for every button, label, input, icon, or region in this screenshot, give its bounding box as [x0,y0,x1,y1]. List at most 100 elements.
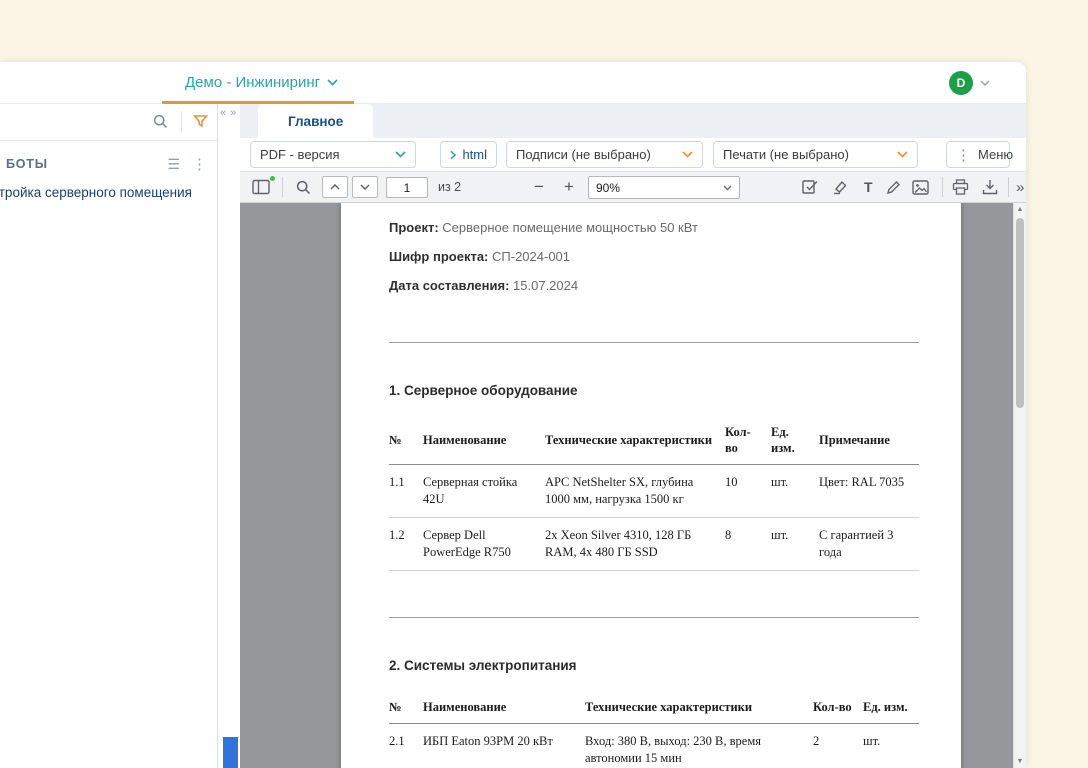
scroll-down-arrow[interactable]: ▼ [1014,755,1026,768]
text-tool[interactable]: T [864,172,873,202]
meta-line: Шифр проекта: СП-2024-001 [389,248,919,266]
menu-button-label: Меню [978,147,1013,162]
column-header: Примечание [819,416,919,465]
tab-bar: Главное [240,104,1026,138]
kebab-icon[interactable]: ⋮ [192,155,207,173]
avatar[interactable]: D [949,71,973,95]
table-row: 1.2Сервер Dell PowerEdge R7502x Xeon Sil… [389,517,919,570]
sidebar: БОТЫ ☰ ⋮ стройка серверного помещения [0,104,218,768]
signatures-select[interactable]: Подписи (не выбрано) [506,141,703,168]
collapse-sidebar-icon[interactable]: « [220,107,226,119]
filter-icon[interactable] [193,114,208,129]
document-sections: 1. Серверное оборудование№НаименованиеТе… [389,342,919,768]
document-divider [389,617,919,618]
scroll-up-arrow[interactable]: ▲ [1014,203,1026,216]
table-row: 1.1Серверная стойка 42UAPC NetShelter SX… [389,465,919,518]
version-select-value: PDF - версия [260,147,340,162]
pdf-search-icon[interactable] [296,172,311,202]
table-cell: 8 [725,517,771,570]
table-cell: APC NetShelter SX, глубина 1000 мм, нагр… [545,465,725,518]
stamps-select[interactable]: Печати (не выбрано) [713,141,918,168]
table-row: 2.1ИБП Eaton 93PM 20 кВтВход: 380 В, вых… [389,723,919,768]
stamps-select-value: Печати (не выбрано) [723,147,849,162]
menu-button[interactable]: ⋮ Меню [946,141,1010,168]
chevron-down-icon [980,80,990,86]
tree-item-project[interactable]: стройка серверного помещения [0,179,217,206]
table-cell: Вход: 380 В, выход: 230 В, время автоном… [585,723,813,768]
column-header: Наименование [423,691,585,724]
table-cell: 1.2 [389,517,423,570]
org-selector[interactable]: Демо - Инжиниринг [185,62,338,103]
table-cell: С гарантией 3 года [819,517,919,570]
column-header: № [389,691,423,724]
pdf-viewer: Проект: Серверное помещение мощностью 50… [240,203,1026,768]
highlighter-icon[interactable] [832,172,848,202]
column-header: Наименование [423,416,545,465]
version-select[interactable]: PDF - версия [250,141,416,168]
pdf-toolbar: из 2 − + 90% T [240,171,1026,203]
tab-glavnoe[interactable]: Главное [258,104,373,138]
org-name: Демо - Инжиниринг [185,74,320,91]
pdf-sidebar-toggle[interactable] [252,172,270,202]
scrollbar[interactable]: ▲ ▼ [1013,203,1026,768]
column-header: Технические характеристики [545,416,725,465]
search-input[interactable] [0,104,148,140]
app-window: Демо - Инжиниринг D [0,62,1026,768]
table-cell: 2.1 [389,723,423,768]
divider [1008,177,1009,197]
column-header: Ед. изм. [863,691,919,724]
kebab-icon: ⋮ [956,146,971,164]
column-header: Кол-во [813,691,863,724]
list-menu-icon[interactable]: ☰ [167,156,180,173]
main-area: БОТЫ ☰ ⋮ стройка серверного помещения « … [0,104,1026,768]
print-icon[interactable] [952,172,969,202]
meta-line: Дата составления: 15.07.2024 [389,277,919,295]
signatures-select-value: Подписи (не выбрано) [516,147,651,162]
zoom-out-button[interactable]: − [528,172,550,202]
column-header: Технические характеристики [585,691,813,724]
table-cell: ИБП Eaton 93PM 20 кВт [423,723,585,768]
zoom-in-button[interactable]: + [558,172,580,202]
pencil-icon[interactable] [886,172,901,202]
document-divider [389,342,919,343]
zoom-select[interactable]: 90% [588,176,740,199]
pdf-page: Проект: Серверное помещение мощностью 50… [341,203,961,768]
divider [282,177,283,197]
divider [942,177,943,197]
table-cell: 2 [813,723,863,768]
expand-panel-icon[interactable]: » [230,107,236,119]
next-page-button[interactable] [352,176,378,198]
html-view-label: html [462,147,487,162]
content-area: Главное PDF - версия html Подписи (не вы… [240,104,1026,768]
account-menu[interactable]: D [949,62,990,103]
previous-page-button[interactable] [322,176,348,198]
search-icon[interactable] [153,114,168,129]
sidebar-section-title: БОТЫ [6,157,167,171]
table-cell: Цвет: RAL 7035 [819,465,919,518]
scrollbar-thumb[interactable] [1016,218,1024,408]
page-count-label: из 2 [438,172,461,202]
panel-gutter: « » [218,104,240,768]
chevron-down-icon [327,79,338,86]
table-cell: Сервер Dell PowerEdge R750 [423,517,545,570]
column-header: Кол-во [725,416,771,465]
download-icon[interactable] [982,172,998,202]
topbar: Демо - Инжиниринг D [0,62,1026,104]
splitter-handle[interactable] [223,737,238,768]
sidebar-search-row [0,104,217,141]
zoom-value: 90% [596,181,620,195]
table-cell: Серверная стойка 42U [423,465,545,518]
table-cell: 10 [725,465,771,518]
divider [181,111,182,133]
table-cell: шт. [863,723,919,768]
html-view-button[interactable]: html [440,141,497,168]
document-meta: Проект: Серверное помещение мощностью 50… [389,219,919,296]
avatar-initial: D [957,76,966,90]
table-cell: шт. [771,465,819,518]
page-number-input[interactable] [386,177,428,198]
document-toolbar: PDF - версия html Подписи (не выбрано) П… [240,138,1026,171]
spec-table: №НаименованиеТехнические характеристикиК… [389,416,919,571]
sign-document-icon[interactable] [802,172,819,202]
image-tool-icon[interactable] [912,172,929,202]
more-tools[interactable]: » [1016,172,1022,202]
